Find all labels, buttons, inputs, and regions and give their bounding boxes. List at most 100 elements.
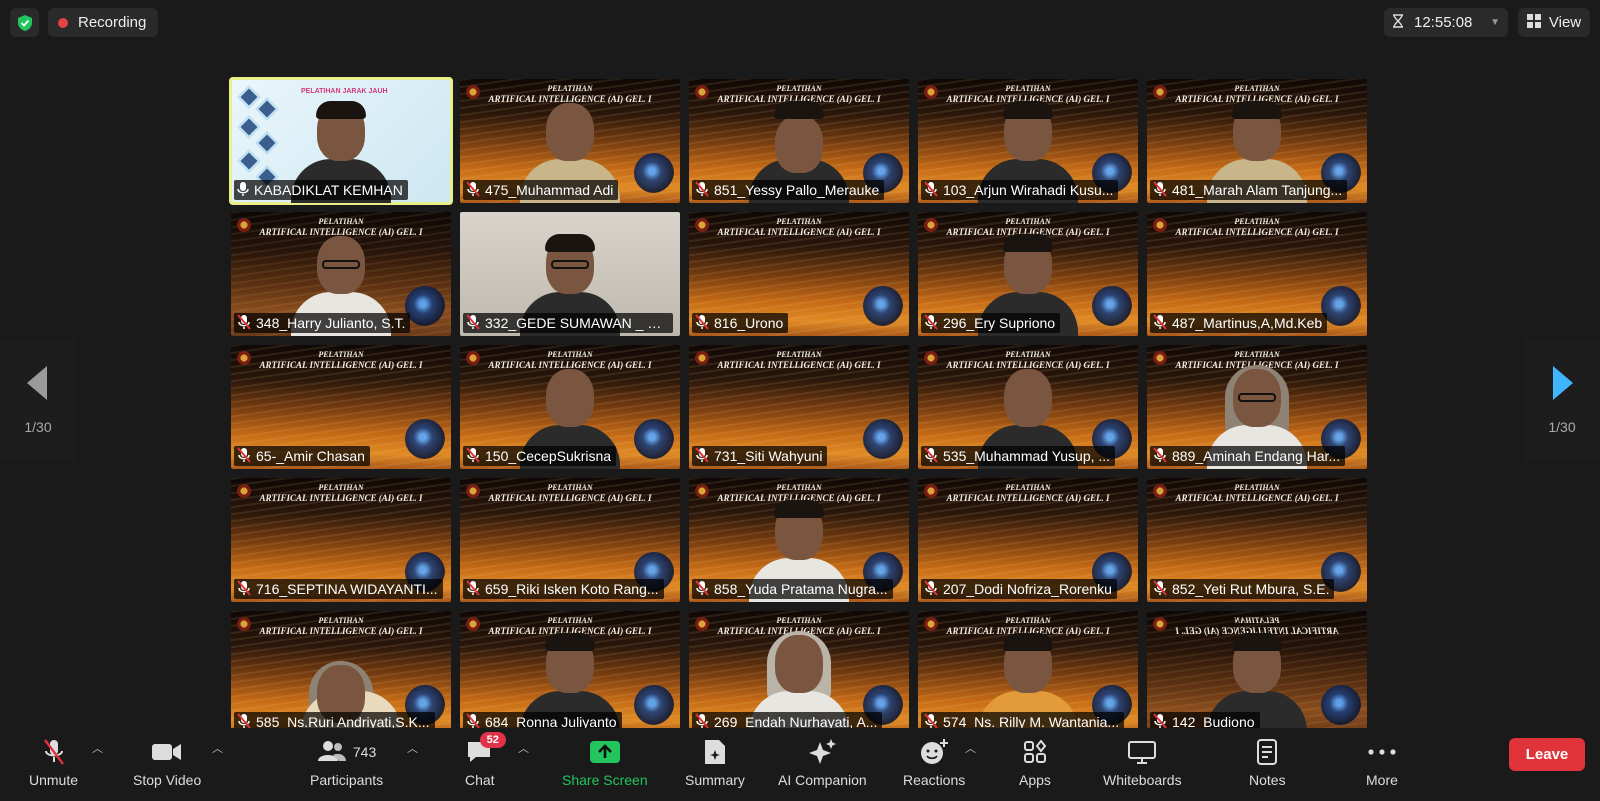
virtual-background-banner: PELATIHANARTIFICAL INTELLIGENCE (AI) GEL… xyxy=(460,83,680,105)
virtual-background-banner: PELATIHANARTIFICAL INTELLIGENCE (AI) GEL… xyxy=(918,349,1138,371)
banner-line-1: PELATIHAN xyxy=(318,483,364,492)
chat-options-chevron-icon[interactable]: ︿ xyxy=(518,740,529,756)
smiley-plus-icon xyxy=(919,738,949,766)
mic-muted-icon xyxy=(466,180,480,200)
banner-line-2: ARTIFICAL INTELLIGENCE (AI) GEL. I xyxy=(259,360,423,370)
participant-name-label: 731_Siti Wahyuni xyxy=(692,446,828,466)
participant-name: 103_Arjun Wirahadi Kusu... xyxy=(943,182,1114,198)
participants-button[interactable]: 743 Participants xyxy=(310,738,383,788)
participant-tile[interactable]: PELATIHANARTIFICAL INTELLIGENCE (AI) GEL… xyxy=(231,345,451,469)
participant-name-label: 65-_Amir Chasan xyxy=(234,446,370,466)
participant-name-label: 852_Yeti Rut Mbura, S.E. xyxy=(1150,579,1335,599)
summary-button[interactable]: Summary xyxy=(685,738,745,788)
participant-name: 332_GEDE SUMAWAN _ D... xyxy=(485,315,668,331)
participant-tile[interactable]: PELATIHANARTIFICAL INTELLIGENCE (AI) GEL… xyxy=(918,79,1138,203)
participant-name: 535_Muhammad Yusup, ... xyxy=(943,448,1111,464)
participant-tile[interactable]: PELATIHANARTIFICAL INTELLIGENCE (AI) GEL… xyxy=(1147,611,1367,735)
apps-button[interactable]: Apps xyxy=(1019,738,1051,788)
meeting-toolbar: Unmute ︿ Stop Video ︿ 743 Participants ︿… xyxy=(0,728,1600,801)
participant-tile[interactable]: PELATIHANARTIFICAL INTELLIGENCE (AI) GEL… xyxy=(918,478,1138,602)
ai-companion-button[interactable]: AI Companion xyxy=(778,738,867,788)
participant-tile[interactable]: PELATIHANARTIFICAL INTELLIGENCE (AI) GEL… xyxy=(918,611,1138,735)
chevron-left-icon xyxy=(27,365,49,405)
grid-view-icon xyxy=(1526,13,1541,32)
virtual-background-banner: PELATIHANARTIFICAL INTELLIGENCE (AI) GEL… xyxy=(1147,482,1367,504)
participant-tile[interactable]: PELATIHANARTIFICAL INTELLIGENCE (AI) GEL… xyxy=(460,611,680,735)
mic-muted-icon xyxy=(924,180,938,200)
mic-muted-icon xyxy=(237,313,251,333)
banner-line-1: PELATIHAN xyxy=(776,350,822,359)
participant-tile[interactable]: PELATIHANARTIFICAL INTELLIGENCE (AI) GEL… xyxy=(689,478,909,602)
participant-tile[interactable]: PELATIHANARTIFICAL INTELLIGENCE (AI) GEL… xyxy=(231,611,451,735)
participant-tile[interactable]: PELATIHANARTIFICAL INTELLIGENCE (AI) GEL… xyxy=(1147,79,1367,203)
participant-name-label: 296_Ery Supriono xyxy=(921,313,1061,333)
participant-tile[interactable]: PELATIHANARTIFICAL INTELLIGENCE (AI) GEL… xyxy=(460,345,680,469)
notes-button[interactable]: Notes xyxy=(1249,738,1286,788)
leave-button[interactable]: Leave xyxy=(1509,738,1585,771)
participant-tile[interactable]: PELATIHANARTIFICAL INTELLIGENCE (AI) GEL… xyxy=(231,478,451,602)
more-button[interactable]: More xyxy=(1366,738,1398,788)
unmute-button[interactable]: Unmute xyxy=(29,738,78,788)
virtual-background-banner: PELATIHANARTIFICAL INTELLIGENCE (AI) GEL… xyxy=(1147,216,1367,238)
participant-name: 889_Aminah Endang Har... xyxy=(1172,448,1341,464)
banner-line-2: ARTIFICAL INTELLIGENCE (AI) GEL. I xyxy=(717,227,881,237)
mic-muted-icon xyxy=(466,579,480,599)
participant-tile[interactable]: PELATIHAN JARAK JAUH KABADIKLAT KEMHAN xyxy=(229,77,453,205)
slide-decoration-icon xyxy=(255,131,279,155)
audio-options-chevron-icon[interactable]: ︿ xyxy=(92,740,103,756)
participant-tile[interactable]: PELATIHANARTIFICAL INTELLIGENCE (AI) GEL… xyxy=(460,478,680,602)
banner-line-2: ARTIFICAL INTELLIGENCE (AI) GEL. I xyxy=(488,493,652,503)
chat-unread-badge: 52 xyxy=(479,732,506,748)
participant-tile[interactable]: 332_GEDE SUMAWAN _ D... xyxy=(460,212,680,336)
hourglass-icon xyxy=(1392,13,1404,32)
next-page-button[interactable]: 1/30 xyxy=(1524,340,1600,460)
page-indicator-left: 1/30 xyxy=(24,418,52,435)
participants-count: 743 xyxy=(352,744,377,760)
virtual-background-banner: PELATIHANARTIFICAL INTELLIGENCE (AI) GEL… xyxy=(689,216,909,238)
participant-tile[interactable]: PELATIHANARTIFICAL INTELLIGENCE (AI) GEL… xyxy=(1147,478,1367,602)
participant-tile[interactable]: PELATIHANARTIFICAL INTELLIGENCE (AI) GEL… xyxy=(460,79,680,203)
participant-name-label: KABADIKLAT KEMHAN xyxy=(234,180,408,200)
recording-indicator[interactable]: Recording xyxy=(48,8,159,37)
participant-name: 851_Yessy Pallo_Merauke xyxy=(714,182,880,198)
timer-value: 12:55:08 xyxy=(1414,14,1473,31)
mic-muted-icon xyxy=(695,313,709,333)
participant-tile[interactable]: PELATIHANARTIFICAL INTELLIGENCE (AI) GEL… xyxy=(689,611,909,735)
video-camera-icon xyxy=(152,738,182,766)
meeting-timer[interactable]: 12:55:08 ▼ xyxy=(1384,8,1508,37)
participant-name-label: 150_CecepSukrisna xyxy=(463,446,617,466)
participant-tile[interactable]: PELATIHANARTIFICAL INTELLIGENCE (AI) GEL… xyxy=(689,212,909,336)
participant-name-label: 816_Urono xyxy=(692,313,789,333)
participant-name-label: 207_Dodi Nofriza_Rorenku xyxy=(921,579,1117,599)
stop-video-button[interactable]: Stop Video xyxy=(133,738,201,788)
reactions-options-chevron-icon[interactable]: ︿ xyxy=(965,740,976,756)
participants-options-chevron-icon[interactable]: ︿ xyxy=(407,740,418,756)
reactions-button[interactable]: Reactions xyxy=(903,738,965,788)
security-shield-icon[interactable] xyxy=(10,8,39,37)
virtual-background-banner: PELATIHANARTIFICAL INTELLIGENCE (AI) GEL… xyxy=(231,349,451,371)
banner-line-1: PELATIHAN xyxy=(1234,350,1280,359)
virtual-background-banner: PELATIHANARTIFICAL INTELLIGENCE (AI) GEL… xyxy=(918,482,1138,504)
chat-button[interactable]: 52 Chat xyxy=(465,732,506,788)
banner-line-1: PELATIHAN xyxy=(776,616,822,625)
participant-tile[interactable]: PELATIHANARTIFICAL INTELLIGENCE (AI) GEL… xyxy=(689,79,909,203)
record-dot-icon xyxy=(58,17,68,28)
participant-tile[interactable]: PELATIHANARTIFICAL INTELLIGENCE (AI) GEL… xyxy=(689,345,909,469)
participant-tile[interactable]: PELATIHANARTIFICAL INTELLIGENCE (AI) GEL… xyxy=(1147,345,1367,469)
participant-name-label: 858_Yuda Pratama Nugra... xyxy=(692,579,893,599)
participant-name-label: 889_Aminah Endang Har... xyxy=(1150,446,1346,466)
view-label: View xyxy=(1548,14,1582,31)
participant-tile[interactable]: PELATIHANARTIFICAL INTELLIGENCE (AI) GEL… xyxy=(918,212,1138,336)
participant-name-label: 659_Riki Isken Koto Rang... xyxy=(463,579,664,599)
share-screen-button[interactable]: Share Screen xyxy=(562,738,648,788)
participant-name: 858_Yuda Pratama Nugra... xyxy=(714,581,888,597)
view-button[interactable]: View xyxy=(1518,8,1590,37)
whiteboards-button[interactable]: Whiteboards xyxy=(1103,738,1182,788)
participant-tile[interactable]: PELATIHANARTIFICAL INTELLIGENCE (AI) GEL… xyxy=(231,212,451,336)
video-options-chevron-icon[interactable]: ︿ xyxy=(212,740,223,756)
participant-tile[interactable]: PELATIHANARTIFICAL INTELLIGENCE (AI) GEL… xyxy=(1147,212,1367,336)
mic-muted-icon xyxy=(1153,180,1167,200)
previous-page-button[interactable]: 1/30 xyxy=(0,340,76,460)
mic-muted-icon xyxy=(1153,313,1167,333)
participant-tile[interactable]: PELATIHANARTIFICAL INTELLIGENCE (AI) GEL… xyxy=(918,345,1138,469)
